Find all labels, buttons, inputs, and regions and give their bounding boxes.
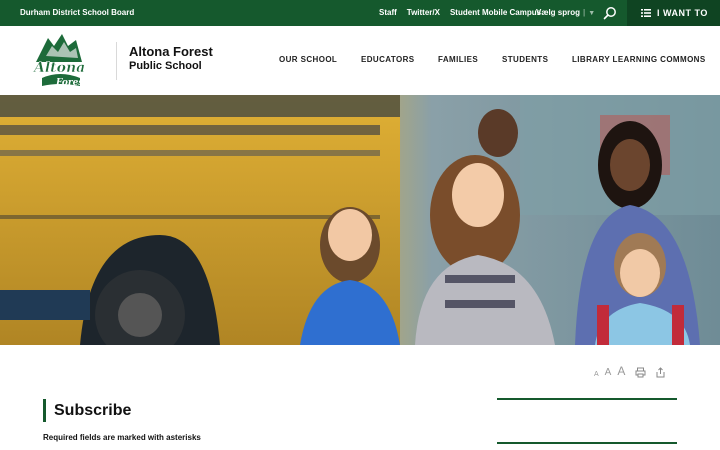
language-separator: | bbox=[583, 8, 586, 17]
nav-families[interactable]: FAMILIES bbox=[438, 55, 478, 64]
page-title: Subscribe bbox=[43, 399, 131, 422]
nav-educators[interactable]: EDUCATORS bbox=[361, 55, 415, 64]
list-icon bbox=[641, 9, 651, 17]
print-icon[interactable] bbox=[635, 367, 646, 378]
i-want-to-label: I WANT TO bbox=[657, 8, 708, 18]
hero-image bbox=[0, 95, 720, 345]
board-link[interactable]: Durham District School Board bbox=[20, 8, 134, 17]
school-logo[interactable]: Altona Forest bbox=[32, 32, 88, 88]
language-label: Vælg sprog bbox=[536, 8, 581, 17]
twitter-link[interactable]: Twitter/X bbox=[407, 8, 440, 17]
top-utility-bar: Durham District School Board Staff Twitt… bbox=[0, 0, 720, 26]
logo-text-bottom: Forest bbox=[55, 78, 88, 88]
sidebar-rule-bottom bbox=[497, 442, 677, 444]
page-tools: A A A bbox=[594, 364, 666, 378]
site-header: Altona Forest Altona Forest Public Schoo… bbox=[0, 26, 720, 95]
student-mobile-campus-link[interactable]: Student Mobile Campus bbox=[450, 8, 541, 17]
font-size-large-button[interactable]: A bbox=[617, 364, 625, 378]
nav-our-school[interactable]: OUR SCHOOL bbox=[279, 55, 337, 64]
logo-text-top: Altona bbox=[32, 60, 85, 76]
school-name-line2: Public School bbox=[129, 60, 202, 72]
i-want-to-button[interactable]: I WANT TO bbox=[627, 0, 720, 26]
font-size-medium-button[interactable]: A bbox=[605, 367, 612, 378]
required-fields-note: Required fields are marked with asterisk… bbox=[43, 433, 201, 442]
search-icon[interactable] bbox=[603, 6, 617, 20]
sidebar-rule-top bbox=[497, 398, 677, 400]
nav-students[interactable]: STUDENTS bbox=[502, 55, 548, 64]
nav-library-learning-commons[interactable]: LIBRARY LEARNING COMMONS bbox=[572, 55, 706, 64]
school-name[interactable]: Altona Forest Public School bbox=[129, 44, 213, 74]
chevron-down-icon: ▼ bbox=[588, 10, 596, 17]
header-divider bbox=[116, 42, 117, 80]
school-name-line1: Altona Forest bbox=[129, 44, 213, 59]
staff-link[interactable]: Staff bbox=[379, 8, 397, 17]
share-icon[interactable] bbox=[655, 367, 666, 378]
language-selector[interactable]: Vælg sprog | ▼ bbox=[536, 8, 595, 17]
utility-links: Staff Twitter/X Student Mobile Campus bbox=[379, 8, 551, 17]
font-size-small-button[interactable]: A bbox=[594, 371, 599, 378]
